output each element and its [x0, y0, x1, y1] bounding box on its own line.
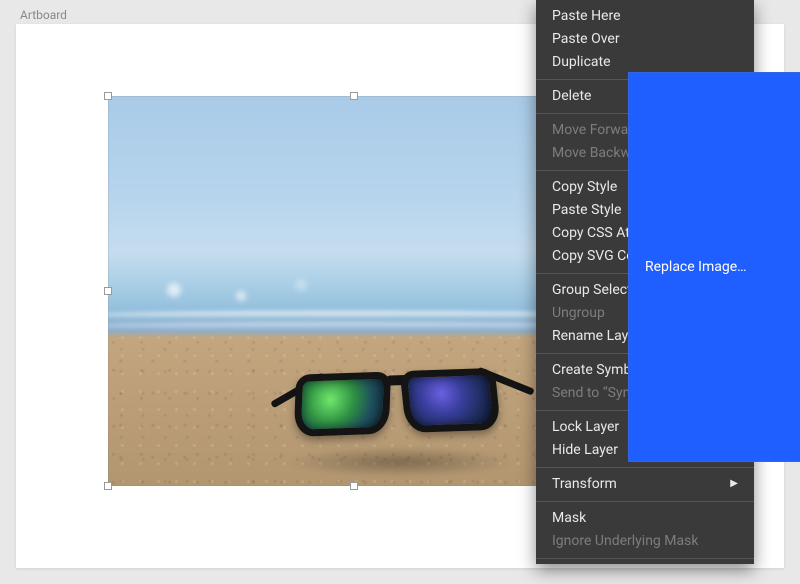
- menu-item-label: Copy Style: [552, 178, 617, 196]
- menu-item[interactable]: Delete: [536, 85, 754, 108]
- menu-item: Send to “Symbols” Page: [536, 382, 754, 405]
- menu-separator: [536, 273, 754, 274]
- menu-item: Move Backward: [536, 142, 754, 165]
- menu-item[interactable]: Rename Layer: [536, 325, 754, 348]
- menu-item-label: Paste Over: [552, 30, 620, 48]
- menu-item-label: Copy SVG Code: [552, 247, 650, 265]
- menu-item-label: Hide Layer: [552, 441, 618, 459]
- menu-item[interactable]: Paste Over: [536, 28, 754, 51]
- menu-separator: [536, 410, 754, 411]
- menu-item-label: Rename Layer: [552, 327, 640, 345]
- menu-item-label: Create Symbol: [552, 361, 643, 379]
- menu-separator: [536, 113, 754, 114]
- menu-item-label: Delete: [552, 87, 591, 105]
- menu-separator: [536, 79, 754, 80]
- menu-item[interactable]: Transform ▶: [536, 473, 754, 496]
- submenu-arrow-icon: ▶: [730, 475, 738, 493]
- menu-item[interactable]: Create Symbol: [536, 359, 754, 382]
- menu-separator: [536, 501, 754, 502]
- menu-item-label: Move Forward: [552, 121, 641, 139]
- menu-item-label: Copy CSS Attributes: [552, 224, 677, 242]
- menu-item-label: Paste Here: [552, 7, 621, 25]
- menu-item-label: Duplicate: [552, 53, 611, 71]
- menu-item[interactable]: Duplicate: [536, 51, 754, 74]
- menu-item-label: Mask: [552, 509, 586, 527]
- menu-separator: [536, 467, 754, 468]
- menu-item: Ungroup: [536, 302, 754, 325]
- menu-item-label: Paste Style: [552, 201, 621, 219]
- menu-item[interactable]: Lock Layer: [536, 416, 754, 439]
- menu-item[interactable]: Paste Style: [536, 199, 754, 222]
- menu-item[interactable]: Group Selection: [536, 279, 754, 302]
- menu-item[interactable]: Copy SVG Code: [536, 245, 754, 268]
- context-menu[interactable]: Copy Paste Here Paste Over Duplicate Delete M…: [536, 0, 754, 564]
- menu-item[interactable]: Mask: [536, 507, 754, 530]
- sunglasses-icon: [293, 357, 516, 455]
- menu-separator: [536, 170, 754, 171]
- menu-item-label: Move Backward: [552, 144, 651, 162]
- menu-item-label: Lock Layer: [552, 418, 619, 436]
- menu-item-label: Send to “Symbols” Page: [552, 384, 702, 402]
- selected-image[interactable]: [108, 96, 600, 486]
- menu-item[interactable]: Copy CSS Attributes: [536, 222, 754, 245]
- menu-separator: [536, 558, 754, 559]
- menu-item: Ignore Underlying Mask: [536, 530, 754, 553]
- menu-item-label: Copy: [552, 0, 584, 2]
- menu-item-label: Transform: [552, 475, 617, 493]
- menu-item-label: Ignore Underlying Mask: [552, 532, 698, 550]
- menu-item[interactable]: Paste Here: [536, 5, 754, 28]
- menu-separator: [536, 353, 754, 354]
- artboard-label: Artboard: [20, 8, 67, 22]
- menu-item-label: Group Selection: [552, 281, 651, 299]
- menu-item[interactable]: Copy Style: [536, 176, 754, 199]
- menu-item-label: Ungroup: [552, 304, 605, 322]
- menu-item: Move Forward: [536, 119, 754, 142]
- menu-item[interactable]: Hide Layer: [536, 439, 754, 462]
